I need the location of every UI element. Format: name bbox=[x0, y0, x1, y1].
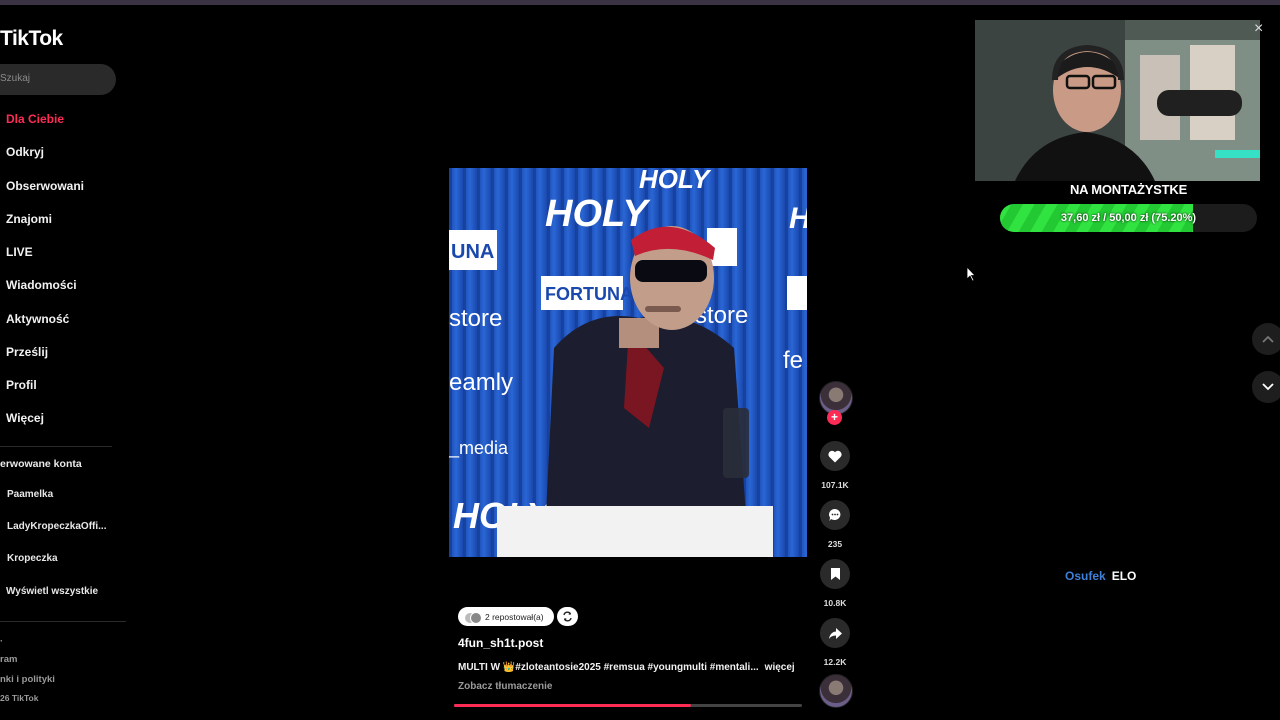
brand-text: _media bbox=[449, 438, 509, 459]
goal-title: NA MONTAŻYSTKE bbox=[1069, 182, 1188, 197]
like-button[interactable] bbox=[820, 441, 850, 471]
close-icon[interactable]: × bbox=[1254, 20, 1263, 38]
brand-text: UNA bbox=[451, 241, 494, 263]
video-description: MULTI W 👑#zloteantosie2025 #remsua #youn… bbox=[458, 662, 795, 673]
tiktok-logo[interactable]: TikTok bbox=[0, 27, 63, 51]
video-progress-bar[interactable] bbox=[454, 704, 802, 707]
like-count: 107.1K bbox=[821, 480, 849, 490]
sidebar-item-upload[interactable]: Prześlij bbox=[6, 345, 48, 359]
search-placeholder: Szukaj bbox=[0, 73, 31, 84]
comment-count: 235 bbox=[827, 539, 843, 549]
webcam-overlay bbox=[975, 20, 1260, 181]
following-accounts-title: erwowane konta bbox=[0, 458, 82, 470]
previous-video-button[interactable] bbox=[1252, 323, 1280, 355]
copyright-text: 26 TikTok bbox=[0, 693, 39, 703]
save-button[interactable] bbox=[820, 559, 850, 589]
video-progress-fill bbox=[454, 704, 691, 707]
sidebar-item-friends[interactable]: Znajomi bbox=[6, 212, 52, 226]
video-author[interactable]: 4fun_sh1t.post bbox=[458, 636, 543, 650]
footer-dot: · bbox=[0, 636, 4, 647]
see-all-link[interactable]: Wyświetl wszystkie bbox=[6, 586, 98, 597]
repost-button[interactable] bbox=[557, 607, 578, 626]
sidebar-item-more[interactable]: Więcej bbox=[6, 411, 44, 425]
chat-username: Osufek bbox=[1065, 569, 1106, 583]
chevron-up-icon bbox=[1262, 335, 1274, 343]
share-button[interactable] bbox=[820, 618, 850, 648]
brand-text: FORTUNA bbox=[545, 284, 633, 304]
share-count: 12.2K bbox=[823, 657, 847, 667]
sidebar-item-live[interactable]: LIVE bbox=[6, 245, 33, 259]
followed-account[interactable]: Kropeczka bbox=[7, 553, 58, 564]
brand-text: store bbox=[449, 305, 502, 332]
sidebar-item-explore[interactable]: Odkryj bbox=[6, 145, 44, 159]
sound-avatar[interactable] bbox=[819, 674, 853, 708]
followed-account[interactable]: LadyKropeczkaOffi... bbox=[7, 521, 106, 532]
video-frame: HOLY HOLY HOLY HOLY UNA FORTUNA store st… bbox=[449, 168, 807, 557]
repost-label: 2 repostował(a) bbox=[485, 611, 544, 622]
brand-text: eamly bbox=[449, 369, 513, 396]
reposted-badge[interactable]: 2 repostował(a) bbox=[458, 607, 554, 626]
footer-link[interactable]: ram bbox=[0, 654, 17, 665]
browser-top-strip bbox=[0, 0, 1280, 5]
webcam-frame bbox=[975, 20, 1260, 181]
brand-text: HOLY bbox=[639, 168, 712, 194]
description-text: MULTI W 👑#zloteantosie2025 #remsua #youn… bbox=[458, 662, 759, 673]
sidebar-item-messages[interactable]: Wiadomości bbox=[6, 278, 77, 292]
goal-text: 37,60 zł / 50,00 zł (75.20%) bbox=[1060, 212, 1197, 224]
sidebar-divider bbox=[0, 621, 126, 622]
follow-plus-icon[interactable]: + bbox=[827, 410, 842, 425]
repost-avatars bbox=[464, 611, 482, 624]
heart-icon bbox=[828, 450, 842, 462]
save-count: 10.8K bbox=[823, 598, 847, 608]
translate-link[interactable]: Zobacz tłumaczenie bbox=[458, 681, 552, 692]
brand-text: fe bbox=[783, 347, 803, 374]
search-input[interactable]: Szukaj bbox=[0, 64, 116, 95]
brand-text: HOLY bbox=[545, 193, 651, 235]
mouse-cursor-icon bbox=[966, 266, 976, 282]
brand-text: HOLY bbox=[789, 202, 807, 235]
sidebar-item-following[interactable]: Obserwowani bbox=[6, 179, 84, 193]
donation-goal-bar: 37,60 zł / 50,00 zł (75.20%) bbox=[1000, 204, 1257, 232]
sidebar-item-for-you[interactable]: Dla Ciebie bbox=[6, 112, 64, 126]
video-player[interactable]: HOLY HOLY HOLY HOLY UNA FORTUNA store st… bbox=[449, 168, 807, 557]
sidebar-item-profile[interactable]: Profil bbox=[6, 378, 37, 392]
next-video-button[interactable] bbox=[1252, 371, 1280, 403]
comment-icon bbox=[829, 509, 841, 521]
chevron-down-icon bbox=[1262, 383, 1274, 391]
comment-button[interactable] bbox=[820, 500, 850, 530]
repost-icon bbox=[563, 611, 572, 622]
followed-account[interactable]: Paamelka bbox=[7, 489, 53, 500]
footer-link[interactable]: nki i polityki bbox=[0, 674, 55, 685]
bookmark-icon bbox=[830, 568, 840, 580]
more-link[interactable]: więcej bbox=[765, 662, 795, 673]
sidebar-divider bbox=[0, 446, 112, 447]
chat-text: ELO bbox=[1111, 569, 1137, 583]
share-arrow-icon bbox=[828, 627, 842, 639]
sidebar-item-activity[interactable]: Aktywność bbox=[6, 312, 69, 326]
chat-message: Osufek ELO bbox=[1065, 569, 1136, 583]
